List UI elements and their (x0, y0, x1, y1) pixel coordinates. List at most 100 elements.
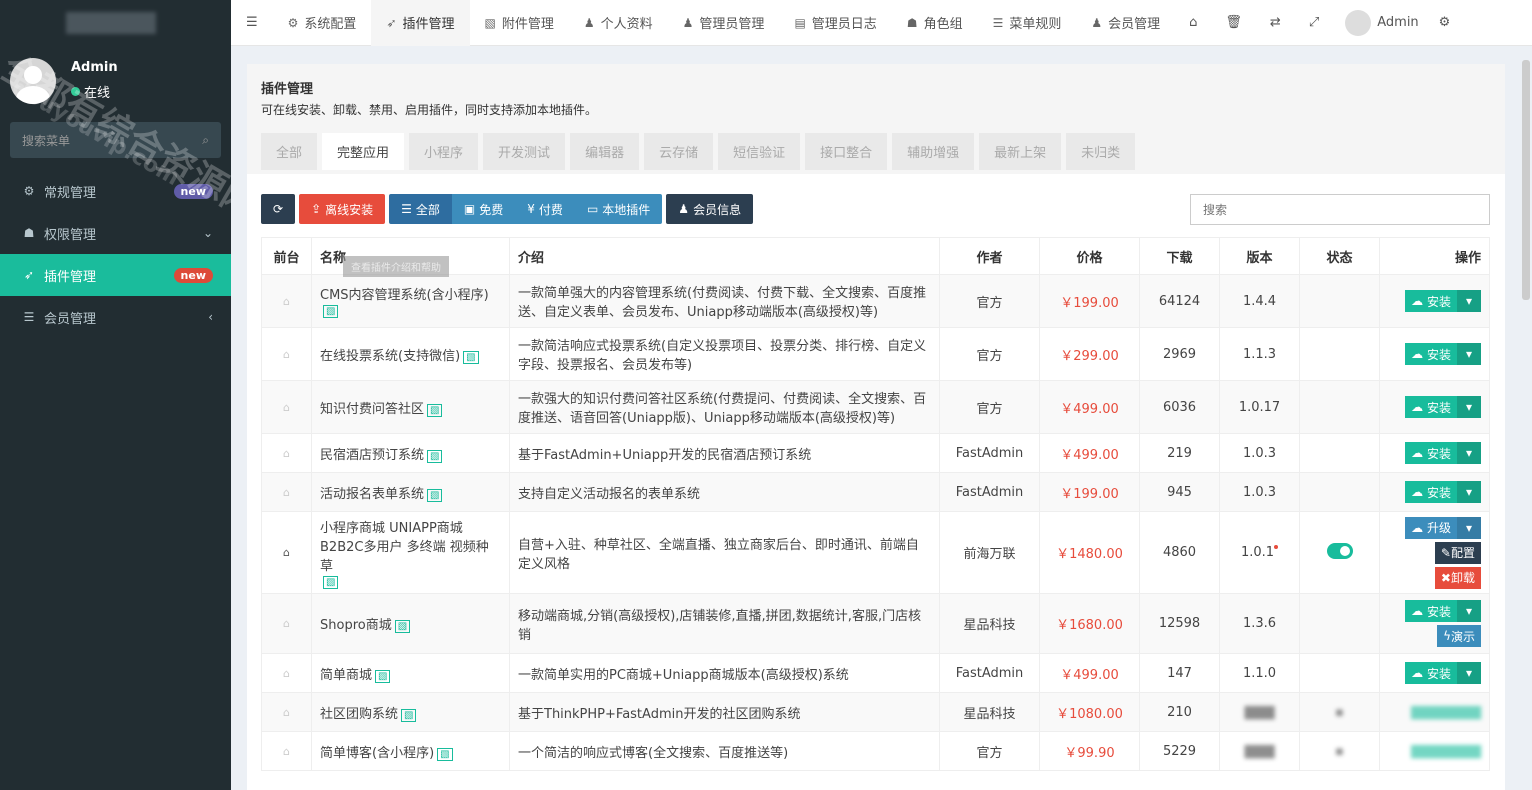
tab-admin-log[interactable]: ▤ 管理员日志 (779, 0, 891, 46)
install-button[interactable]: ☁ 安装 ▾ (1405, 442, 1481, 464)
tab-plugins[interactable]: ➶ 插件管理 (371, 0, 470, 46)
image-icon[interactable]: ▧ (394, 620, 411, 633)
install-button[interactable]: ☁ 安装 ▾ (1405, 396, 1481, 418)
plugin-name[interactable]: Shopro商城 (320, 618, 392, 633)
language-button[interactable]: ⇄ (1256, 0, 1295, 46)
caret-down-icon[interactable]: ▾ (1457, 516, 1481, 539)
tab-cloud-storage[interactable]: 云存储 (644, 133, 714, 170)
plugin-downloads: 210 (1139, 692, 1220, 732)
tab-complete-apps[interactable]: 完整应用 (322, 133, 405, 170)
plugin-name[interactable]: 小程序商城 UNIAPP商城 B2B2C多用户 多终端 视频种草 (320, 521, 489, 574)
image-icon[interactable]: ▧ (323, 575, 339, 589)
config-button[interactable]: ✎ 配置 (1434, 541, 1481, 564)
install-button[interactable]: ☁ 安装 ▾ (1405, 290, 1481, 312)
tab-sms[interactable]: 短信验证 (718, 133, 801, 170)
tab-system-config[interactable]: ⚙ 系统配置 (273, 0, 372, 46)
tab-all[interactable]: 全部 (261, 133, 318, 170)
caret-down-icon[interactable]: ▾ (1457, 343, 1481, 365)
tab-mini-programs[interactable]: 小程序 (409, 133, 479, 170)
sidebar-item-label: 会员管理 (44, 311, 97, 327)
menu-toggle-button[interactable]: ☰ (231, 0, 273, 46)
image-icon[interactable]: ▧ (323, 305, 339, 318)
plugin-name[interactable]: 在线投票系统(支持微信) (320, 349, 460, 364)
image-icon[interactable]: ▧ (427, 449, 443, 463)
tab-newest[interactable]: 最新上架 (979, 133, 1062, 170)
plugin-downloads: 6036 (1139, 380, 1220, 434)
sidebar-item-plugins[interactable]: ➶ 插件管理 new (0, 254, 231, 296)
plugin-name[interactable]: 简单商城 (320, 668, 372, 683)
sidebar-item-general[interactable]: ⚙ 常规管理 new (0, 170, 231, 212)
uninstall-button[interactable]: ✖ 卸载 (1434, 566, 1481, 589)
plugin-price: ￥1480.00 (1039, 511, 1140, 594)
image-icon[interactable]: ▧ (427, 403, 443, 417)
col-author[interactable]: 作者 (939, 237, 1040, 275)
plugin-name[interactable]: 知识付费问答社区 (320, 402, 424, 417)
home-icon[interactable]: ⌂ (283, 546, 290, 559)
plugin-downloads: 219 (1139, 433, 1220, 473)
plugin-name[interactable]: 民宿酒店预订系统 (320, 448, 424, 463)
col-status[interactable]: 状态 (1299, 237, 1380, 275)
menu-search-input[interactable]: 搜索菜单 ⌕ (10, 122, 221, 158)
col-frontend[interactable]: 前台 (261, 237, 312, 275)
tab-enhance[interactable]: 辅助增强 (892, 133, 975, 170)
image-icon[interactable]: ▧ (401, 708, 417, 722)
plugin-name[interactable]: 社区团购系统 (320, 707, 398, 722)
caret-down-icon[interactable]: ▾ (1457, 662, 1481, 684)
tab-members[interactable]: ♟ 会员管理 (1076, 0, 1175, 46)
tab-admins[interactable]: ♟ 管理员管理 (668, 0, 780, 46)
enable-toggle[interactable] (1326, 542, 1353, 559)
sidebar-item-members[interactable]: ☰ 会员管理 ‹ (0, 296, 231, 338)
tab-attachments[interactable]: ▧ 附件管理 (470, 0, 569, 46)
tab-profile[interactable]: ♟ 个人资料 (569, 0, 668, 46)
member-info-button[interactable]: ♟ 会员信息 (666, 194, 754, 224)
tab-editor[interactable]: 编辑器 (570, 133, 640, 170)
logo[interactable] (0, 0, 231, 46)
plugin-search-input[interactable] (1190, 194, 1490, 225)
image-icon[interactable]: ▧ (427, 488, 443, 502)
refresh-button[interactable]: ⟳ (261, 194, 296, 224)
filter-all-button[interactable]: ☰ 全部 (389, 194, 452, 224)
image-icon[interactable]: ▧ (375, 669, 391, 683)
clear-cache-button[interactable]: 🗑 (1211, 0, 1256, 46)
tab-roles[interactable]: ☗ 角色组 (892, 0, 978, 46)
col-version[interactable]: 版本 (1219, 237, 1300, 275)
image-icon[interactable]: ▧ (437, 747, 453, 761)
col-downloads[interactable]: 下载 (1139, 237, 1220, 275)
demo-button[interactable]: ϟ 演示 (1437, 625, 1481, 647)
install-button[interactable]: ☁ 安装 ▾ (1405, 481, 1481, 503)
filter-paid-button[interactable]: ¥ 付费 (515, 194, 575, 224)
fullscreen-button[interactable]: ⤢ (1295, 0, 1333, 46)
category-tabs: 全部 完整应用 小程序 开发测试 编辑器 云存储 短信验证 接口整合 辅助增强 … (261, 133, 1491, 170)
plugin-name[interactable]: 活动报名表单系统 (320, 487, 424, 502)
install-button[interactable]: ☁ 安装 ▾ (1405, 662, 1481, 684)
plugin-name[interactable]: 简单博客(含小程序) (320, 746, 434, 761)
caret-down-icon[interactable]: ▾ (1457, 290, 1481, 312)
tab-api[interactable]: 接口整合 (805, 133, 888, 170)
table-row: ⌂ 小程序商城 UNIAPP商城 B2B2C多用户 多终端 视频种草 ▧ 自营+入… (261, 511, 1490, 594)
tab-label: 菜单规则 (1009, 17, 1062, 32)
home-button[interactable]: ⌂ (1175, 0, 1211, 46)
page-scrollbar[interactable] (1522, 60, 1530, 300)
col-price[interactable]: 价格 (1039, 237, 1140, 275)
caret-down-icon[interactable]: ▾ (1457, 600, 1481, 622)
plugin-downloads: 4860 (1139, 511, 1220, 594)
tab-menu-rules[interactable]: ☰ 菜单规则 (978, 0, 1077, 46)
settings-button[interactable]: ⚙ (1431, 0, 1459, 46)
filter-free-button[interactable]: ▣ 免费 (451, 194, 516, 224)
install-button[interactable]: ☁ 安装 ▾ (1405, 343, 1481, 365)
col-intro[interactable]: 介绍 (509, 237, 940, 275)
tab-dev-test[interactable]: 开发测试 (483, 133, 566, 170)
refresh-icon: ⟳ (273, 202, 284, 216)
filter-local-button[interactable]: ▭ 本地插件 (574, 194, 663, 224)
sidebar-item-permissions[interactable]: ☗ 权限管理 ⌄ (0, 212, 231, 254)
tab-uncategorized[interactable]: 未归类 (1066, 133, 1136, 170)
user-menu[interactable]: Admin (1333, 9, 1430, 36)
caret-down-icon[interactable]: ▾ (1457, 481, 1481, 503)
caret-down-icon[interactable]: ▾ (1457, 396, 1481, 418)
caret-down-icon[interactable]: ▾ (1457, 442, 1481, 464)
upgrade-button[interactable]: ☁ 升级 ▾ (1405, 516, 1481, 539)
offline-install-button[interactable]: ⇪ 离线安装 (299, 194, 386, 224)
install-button[interactable]: ☁ 安装 ▾ (1405, 600, 1481, 622)
plugin-name[interactable]: CMS内容管理系统(含小程序) (320, 288, 489, 303)
image-icon[interactable]: ▧ (463, 350, 479, 364)
